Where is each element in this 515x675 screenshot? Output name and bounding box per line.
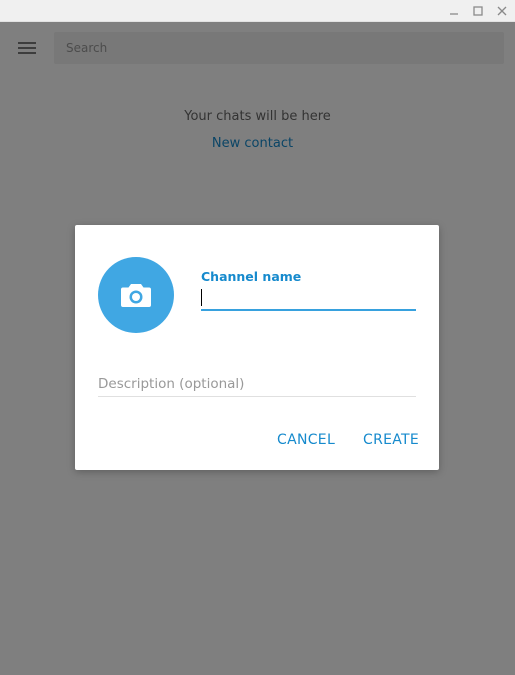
new-channel-dialog: Channel name CANCEL CREATE [75,225,439,470]
create-button[interactable]: CREATE [359,428,423,452]
window-titlebar [0,0,515,22]
text-caret [201,289,202,306]
close-button[interactable] [493,2,511,19]
maximize-button[interactable] [469,2,487,19]
channel-name-label: Channel name [201,269,302,284]
camera-icon [121,284,151,307]
cancel-button[interactable]: CANCEL [273,428,339,452]
close-icon [497,6,507,15]
description-input[interactable] [98,371,416,397]
channel-name-input[interactable] [201,287,416,311]
channel-photo-button[interactable] [98,257,174,333]
maximize-icon [473,5,483,16]
minimize-icon [450,12,458,15]
minimize-button[interactable] [445,2,463,19]
